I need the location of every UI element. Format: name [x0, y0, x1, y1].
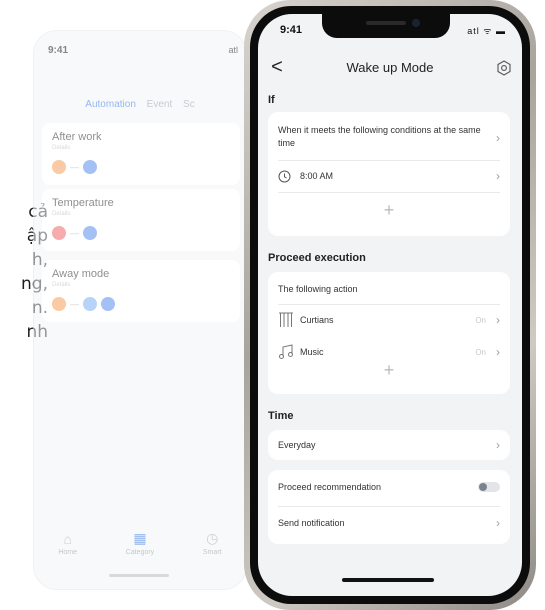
- divider: [278, 192, 500, 193]
- toggle-knob: [479, 483, 487, 491]
- bg-tab-event[interactable]: Event: [147, 99, 173, 110]
- if-section-label: If: [268, 94, 275, 106]
- action-label: Curtians: [300, 315, 334, 325]
- music-icon: [279, 344, 293, 359]
- repeat-value: Everyday: [278, 440, 316, 450]
- bg-card-title: After work: [52, 131, 102, 143]
- action-label: Music: [300, 347, 324, 357]
- bg-card-title: Away mode: [52, 268, 110, 280]
- status-icons: atl ᯤ ▬: [467, 26, 506, 36]
- nav-bar: < Wake up Mode: [258, 56, 522, 82]
- chevron-right-icon: ›: [496, 516, 500, 530]
- bg-nav-label: Category: [125, 549, 155, 556]
- time-section-label: Time: [268, 410, 294, 422]
- curtain-icon: [279, 312, 293, 327]
- divider: [278, 506, 500, 507]
- action-header: The following action: [278, 284, 500, 294]
- home-indicator: [342, 578, 434, 582]
- divider: [278, 304, 500, 305]
- repeat-card[interactable]: Everyday ›: [268, 430, 510, 460]
- bg-nav-label: Home: [58, 548, 78, 556]
- bg-tab-automation[interactable]: Automation: [85, 99, 136, 110]
- bg-card-subtitle: Details: [52, 145, 71, 151]
- device-icon: [101, 297, 115, 311]
- bg-automation-card[interactable]: Temperature Details —: [42, 189, 240, 251]
- bg-card-subtitle: Details: [52, 282, 71, 288]
- condition-row[interactable]: When it meets the following conditions a…: [278, 124, 500, 150]
- bg-automation-card[interactable]: After work Details —: [42, 123, 240, 185]
- thermometer-icon: [52, 226, 66, 240]
- options-card: Proceed recommendation Send notification…: [268, 470, 510, 544]
- time-condition-row[interactable]: 8:00 AM ›: [278, 169, 500, 185]
- device-icon: [83, 160, 97, 174]
- condition-text: When it meets the following conditions a…: [278, 125, 481, 148]
- location-icon: [52, 297, 66, 311]
- add-condition-button[interactable]: +: [268, 200, 510, 221]
- bg-tab-bar: Automation Event Sc: [34, 99, 246, 110]
- arrow-icon: —: [70, 299, 79, 309]
- arrow-icon: —: [70, 162, 79, 172]
- clock-icon: [278, 170, 291, 183]
- chevron-right-icon: ›: [496, 169, 500, 183]
- notch: [322, 14, 450, 38]
- recommendation-label: Proceed recommendation: [278, 482, 382, 492]
- chevron-right-icon: ›: [496, 438, 500, 452]
- notification-row[interactable]: Send notification ›: [278, 516, 500, 530]
- sun-icon: [52, 160, 66, 174]
- bg-card-subtitle: Details: [52, 211, 71, 217]
- speaker-grille: [366, 21, 406, 25]
- bg-automation-card[interactable]: Away mode Details —: [42, 260, 240, 322]
- status-time: 9:41: [280, 24, 303, 36]
- phone-frame: 9:41 atl ᯤ ▬ < Wake up Mode If When it m…: [244, 0, 536, 610]
- gear-icon[interactable]: [496, 60, 512, 76]
- grid-icon: ▦: [133, 530, 147, 546]
- chevron-right-icon: ›: [496, 313, 500, 327]
- recommendation-row: Proceed recommendation: [278, 482, 500, 492]
- bg-nav-home[interactable]: ⌂ Home: [58, 531, 77, 556]
- background-phone: 9:41 atl Automation Event Sc After work …: [33, 30, 247, 590]
- bg-signal-icon: atl: [228, 45, 238, 55]
- divider: [278, 160, 500, 161]
- bg-nav-label: Smart: [202, 549, 222, 556]
- bg-card-title: Temperature: [52, 197, 114, 209]
- repeat-row: Everyday ›: [278, 438, 500, 452]
- clock-icon: ◷: [206, 530, 219, 546]
- home-icon: ⌂: [63, 530, 72, 547]
- notification-label: Send notification: [278, 518, 345, 528]
- camera-icon: [412, 19, 420, 27]
- bg-nav-smart[interactable]: ◷ Smart: [203, 530, 222, 556]
- phone-bezel: 9:41 atl ᯤ ▬ < Wake up Mode If When it m…: [250, 6, 530, 604]
- condition-time: 8:00 AM: [300, 171, 334, 181]
- arrow-icon: —: [70, 228, 79, 238]
- bg-tab-scene[interactable]: Sc: [183, 99, 195, 110]
- action-status: On: [475, 316, 486, 325]
- if-card: When it meets the following conditions a…: [268, 112, 510, 236]
- action-header-text: The following action: [278, 284, 358, 294]
- execution-section-label: Proceed execution: [268, 252, 366, 264]
- page-title: Wake up Mode: [346, 60, 434, 75]
- add-action-button[interactable]: +: [268, 360, 510, 381]
- bg-card-icons: —: [52, 296, 115, 312]
- bg-status-time: 9:41: [48, 45, 69, 56]
- chevron-right-icon: ›: [496, 345, 500, 359]
- recommendation-toggle[interactable]: [478, 482, 500, 492]
- execution-card: The following action Curtians On › Music…: [268, 272, 510, 394]
- bg-bottom-nav: ⌂ Home ▦ Category ◷ Smart: [34, 523, 246, 563]
- bg-nav-category[interactable]: ▦ Category: [126, 530, 154, 556]
- chevron-right-icon: ›: [496, 131, 500, 145]
- action-status: On: [475, 348, 486, 357]
- bg-home-indicator: [109, 574, 169, 577]
- bg-card-icons: —: [52, 225, 97, 241]
- device-icon: [83, 297, 97, 311]
- phone-screen: 9:41 atl ᯤ ▬ < Wake up Mode If When it m…: [258, 14, 522, 596]
- action-row-curtains[interactable]: Curtians On ›: [278, 312, 500, 332]
- bg-card-icons: —: [52, 159, 97, 175]
- device-icon: [83, 226, 97, 240]
- stage: cả ập h, ng, n. nh 9:41 atl Automation E…: [0, 0, 545, 610]
